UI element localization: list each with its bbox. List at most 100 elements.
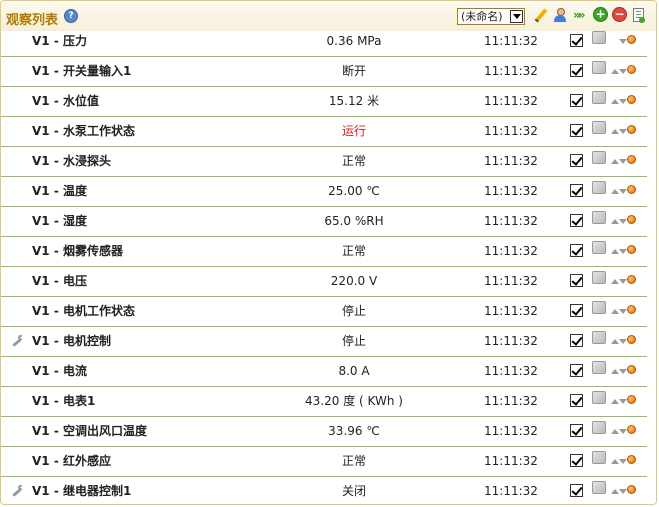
- table-row[interactable]: V1 - 电流 8.0 A 11:11:32: [1, 357, 647, 387]
- cube-icon[interactable]: [592, 421, 606, 434]
- cube-icon[interactable]: [592, 151, 606, 164]
- table-row[interactable]: V1 - 开关量输入1 断开 11:11:32: [1, 57, 647, 87]
- table-row[interactable]: V1 - 水位值 15.12 米 11:11:32: [1, 87, 647, 117]
- show-checkbox[interactable]: [570, 244, 583, 257]
- move-down-icon[interactable]: [619, 189, 627, 194]
- move-down-icon[interactable]: [619, 219, 627, 224]
- remove-point-icon[interactable]: [627, 275, 636, 284]
- remove-point-icon[interactable]: [627, 95, 636, 104]
- remove-point-icon[interactable]: [627, 485, 636, 494]
- move-up-icon[interactable]: [611, 459, 619, 464]
- cube-icon[interactable]: [592, 331, 606, 344]
- user-icon[interactable]: [553, 8, 567, 22]
- show-checkbox[interactable]: [570, 454, 583, 467]
- move-down-icon[interactable]: [619, 99, 627, 104]
- move-down-icon[interactable]: [619, 399, 627, 404]
- remove-point-icon[interactable]: [627, 185, 636, 194]
- move-up-icon[interactable]: [611, 249, 619, 254]
- move-up-icon[interactable]: [611, 489, 619, 494]
- move-up-icon[interactable]: [611, 309, 619, 314]
- table-row[interactable]: V1 - 水浸探头 正常 11:11:32: [1, 147, 647, 177]
- watch-list-selector[interactable]: (未命名): [457, 8, 525, 25]
- wrench-icon[interactable]: [11, 334, 24, 347]
- remove-point-icon[interactable]: [627, 125, 636, 134]
- show-checkbox[interactable]: [570, 184, 583, 197]
- move-down-icon[interactable]: [619, 489, 627, 494]
- cube-icon[interactable]: [592, 271, 606, 284]
- table-row[interactable]: V1 - 电表1 43.20 度 ( KWh ) 11:11:32: [1, 387, 647, 417]
- table-row[interactable]: V1 - 继电器控制1 关闭 11:11:32: [1, 477, 647, 504]
- cube-icon[interactable]: [592, 31, 606, 44]
- remove-point-icon[interactable]: [627, 305, 636, 314]
- pencil-icon[interactable]: [534, 8, 548, 22]
- move-down-icon[interactable]: [619, 129, 627, 134]
- show-checkbox[interactable]: [570, 94, 583, 107]
- remove-point-icon[interactable]: [627, 155, 636, 164]
- move-down-icon[interactable]: [619, 309, 627, 314]
- table-row[interactable]: V1 - 空调出风口温度 33.96 ℃ 11:11:32: [1, 417, 647, 447]
- move-up-icon[interactable]: [611, 69, 619, 74]
- move-down-icon[interactable]: [619, 459, 627, 464]
- cube-icon[interactable]: [592, 301, 606, 314]
- move-up-icon[interactable]: [611, 99, 619, 104]
- cube-icon[interactable]: [592, 91, 606, 104]
- export-icon[interactable]: [633, 8, 645, 23]
- move-down-icon[interactable]: [619, 249, 627, 254]
- remove-point-icon[interactable]: [627, 35, 636, 44]
- remove-point-icon[interactable]: [627, 395, 636, 404]
- remove-point-icon[interactable]: [627, 455, 636, 464]
- forward-icon[interactable]: »»: [573, 8, 587, 22]
- show-checkbox[interactable]: [570, 364, 583, 377]
- table-row[interactable]: V1 - 电机控制 停止 11:11:32: [1, 327, 647, 357]
- show-checkbox[interactable]: [570, 394, 583, 407]
- table-row[interactable]: V1 - 温度 25.00 ℃ 11:11:32: [1, 177, 647, 207]
- move-down-icon[interactable]: [619, 429, 627, 434]
- show-checkbox[interactable]: [570, 304, 583, 317]
- cube-icon[interactable]: [592, 361, 606, 374]
- cube-icon[interactable]: [592, 391, 606, 404]
- add-icon[interactable]: +: [593, 7, 608, 22]
- table-row[interactable]: V1 - 水泵工作状态 运行 11:11:32: [1, 117, 647, 147]
- table-row[interactable]: V1 - 压力 0.36 MPa 11:11:32: [1, 27, 647, 57]
- move-up-icon[interactable]: [611, 159, 619, 164]
- cube-icon[interactable]: [592, 181, 606, 194]
- cube-icon[interactable]: [592, 451, 606, 464]
- move-up-icon[interactable]: [611, 399, 619, 404]
- table-row[interactable]: V1 - 电压 220.0 V 11:11:32: [1, 267, 647, 297]
- show-checkbox[interactable]: [570, 274, 583, 287]
- chevron-down-icon[interactable]: [510, 10, 523, 23]
- remove-point-icon[interactable]: [627, 365, 636, 374]
- show-checkbox[interactable]: [570, 124, 583, 137]
- move-up-icon[interactable]: [611, 279, 619, 284]
- cube-icon[interactable]: [592, 211, 606, 224]
- cube-icon[interactable]: [592, 481, 606, 494]
- show-checkbox[interactable]: [570, 424, 583, 437]
- remove-point-icon[interactable]: [627, 245, 636, 254]
- show-checkbox[interactable]: [570, 34, 583, 47]
- move-down-icon[interactable]: [619, 69, 627, 74]
- move-down-icon[interactable]: [619, 159, 627, 164]
- remove-point-icon[interactable]: [627, 215, 636, 224]
- move-up-icon[interactable]: [611, 219, 619, 224]
- table-row[interactable]: V1 - 烟雾传感器 正常 11:11:32: [1, 237, 647, 267]
- move-down-icon[interactable]: [619, 369, 627, 374]
- show-checkbox[interactable]: [570, 334, 583, 347]
- table-row[interactable]: V1 - 红外感应 正常 11:11:32: [1, 447, 647, 477]
- move-down-icon[interactable]: [619, 339, 627, 344]
- show-checkbox[interactable]: [570, 154, 583, 167]
- show-checkbox[interactable]: [570, 64, 583, 77]
- table-row[interactable]: V1 - 电机工作状态 停止 11:11:32: [1, 297, 647, 327]
- help-icon[interactable]: ?: [64, 9, 78, 23]
- move-up-icon[interactable]: [611, 339, 619, 344]
- cube-icon[interactable]: [592, 241, 606, 254]
- remove-point-icon[interactable]: [627, 65, 636, 74]
- move-up-icon[interactable]: [611, 429, 619, 434]
- remove-point-icon[interactable]: [627, 335, 636, 344]
- move-down-icon[interactable]: [619, 279, 627, 284]
- show-checkbox[interactable]: [570, 214, 583, 227]
- move-up-icon[interactable]: [611, 189, 619, 194]
- wrench-icon[interactable]: [11, 484, 24, 497]
- move-up-icon[interactable]: [611, 129, 619, 134]
- show-checkbox[interactable]: [570, 484, 583, 497]
- move-up-icon[interactable]: [611, 369, 619, 374]
